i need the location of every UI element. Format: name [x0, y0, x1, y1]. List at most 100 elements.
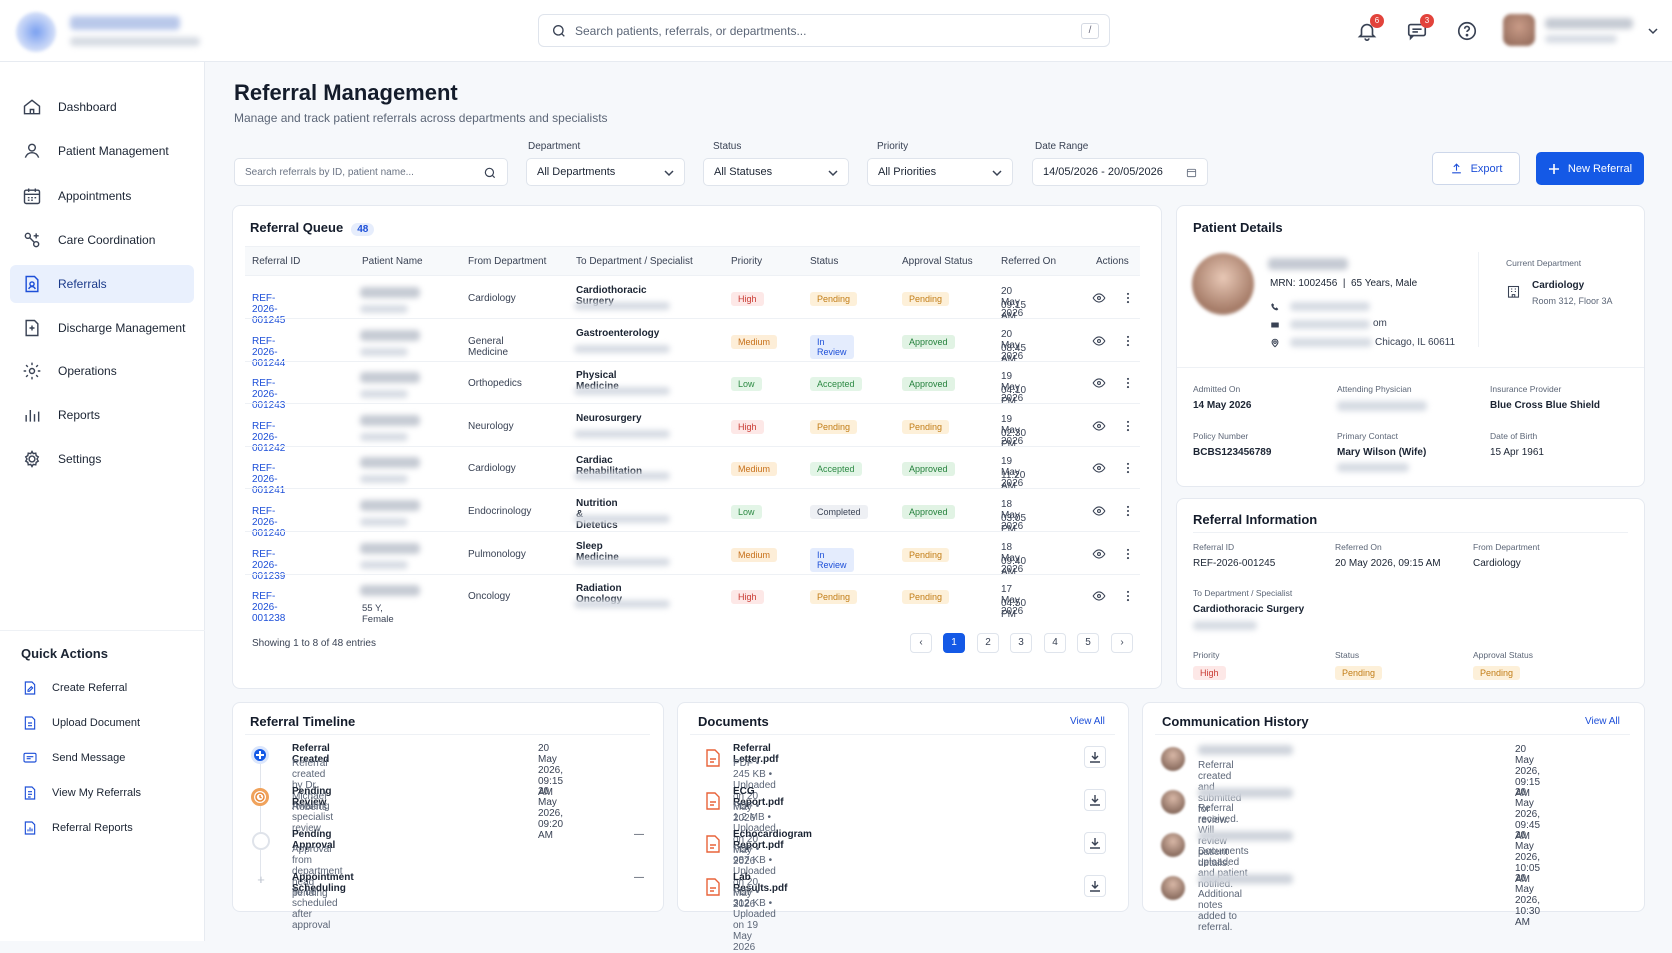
specialist-cell: [574, 344, 670, 353]
from-department-cell: Endocrinology: [468, 506, 532, 517]
sidebar-item-settings[interactable]: Settings: [10, 440, 194, 478]
col-priority: Priority: [731, 256, 763, 267]
row-menu-button[interactable]: [1121, 334, 1135, 348]
quick-action-create-referral[interactable]: Create Referral: [22, 680, 127, 696]
download-button[interactable]: [1084, 832, 1106, 854]
row-menu-button[interactable]: [1121, 589, 1135, 603]
referral-info-divider: [1193, 532, 1628, 533]
pagination-page-4[interactable]: 4: [1044, 633, 1066, 653]
referral-id-link[interactable]: REF-2026-001245: [252, 293, 285, 326]
sidebar-item-appointments[interactable]: Appointments: [10, 177, 194, 215]
referral-search-box[interactable]: Search referrals by ID, patient name...: [234, 158, 508, 186]
user-avatar[interactable]: [1503, 14, 1535, 46]
row-divider: [245, 360, 1140, 362]
referral-id-link[interactable]: REF-2026-001241: [252, 463, 285, 496]
global-search-input[interactable]: [575, 21, 1055, 41]
download-icon: [1090, 838, 1100, 849]
row-menu-button[interactable]: [1121, 376, 1135, 390]
row-menu-button[interactable]: [1121, 419, 1135, 433]
download-button[interactable]: [1084, 746, 1106, 768]
sender-avatar: [1161, 747, 1185, 771]
view-referral-button[interactable]: [1092, 291, 1106, 305]
patient-meta-cell: [360, 347, 408, 356]
attending-physician: [1337, 401, 1427, 411]
view-referral-button[interactable]: [1092, 547, 1106, 561]
priority-badge: High: [731, 419, 764, 434]
search-shortcut: /: [1081, 23, 1099, 39]
col-to-department: To Department / Specialist: [576, 256, 693, 267]
notifications-button[interactable]: 6: [1356, 14, 1384, 42]
col-status: Status: [810, 256, 839, 267]
admitted-on-label: Admitted On: [1193, 384, 1241, 394]
view-referral-button[interactable]: [1092, 334, 1106, 348]
patient-name-cell: [360, 414, 420, 426]
download-button[interactable]: [1084, 875, 1106, 897]
view-referral-button[interactable]: [1092, 419, 1106, 433]
app-logo[interactable]: [16, 12, 56, 52]
patient-photo: [1192, 253, 1254, 315]
documents-title: Documents: [698, 714, 769, 729]
communication-view-all[interactable]: View All: [1585, 716, 1620, 727]
timeline-divider: [245, 734, 650, 735]
quick-action-referral-reports[interactable]: Referral Reports: [22, 820, 133, 836]
row-menu-button[interactable]: [1121, 291, 1135, 305]
quick-action-send-message[interactable]: Send Message: [22, 750, 125, 766]
sidebar-item-discharge-management[interactable]: Discharge Management: [10, 309, 194, 347]
status-filter[interactable]: All Statuses: [703, 158, 849, 186]
department-filter[interactable]: All Departments: [526, 158, 685, 186]
insurance-provider-label: Insurance Provider: [1490, 384, 1562, 394]
chevron-down-icon[interactable]: [1648, 26, 1658, 36]
row-menu-button[interactable]: [1121, 504, 1135, 518]
referral-search-input[interactable]: Search referrals by ID, patient name...: [245, 167, 414, 178]
export-button[interactable]: Export: [1432, 152, 1520, 185]
priority-filter[interactable]: All Priorities: [867, 158, 1013, 186]
referral-id-link[interactable]: REF-2026-001238: [252, 591, 285, 624]
pagination-page-1[interactable]: 1: [943, 633, 965, 653]
status-badge: Pending: [810, 419, 858, 434]
referral-id-link[interactable]: REF-2026-001243: [252, 378, 285, 411]
view-referral-button[interactable]: [1092, 504, 1106, 518]
list-document-icon: [24, 786, 36, 800]
sidebar-item-dashboard[interactable]: Dashboard: [10, 88, 194, 126]
view-referral-button[interactable]: [1092, 376, 1106, 390]
view-referral-button[interactable]: [1092, 589, 1106, 603]
sidebar-item-referrals[interactable]: Referrals: [10, 265, 194, 303]
download-icon: [1090, 752, 1100, 763]
sidebar-item-care-coordination[interactable]: Care Coordination: [10, 221, 194, 259]
new-referral-button[interactable]: New Referral: [1536, 152, 1644, 185]
referral-id-link[interactable]: REF-2026-001239: [252, 549, 285, 582]
referral-timeline-title: Referral Timeline: [250, 714, 356, 729]
sidebar-item-reports[interactable]: Reports: [10, 396, 194, 434]
date-range-picker[interactable]: 14/05/2026 - 20/05/2026: [1032, 158, 1208, 186]
referral-id-link[interactable]: REF-2026-001240: [252, 506, 285, 539]
pagination-next[interactable]: ›: [1111, 633, 1133, 653]
col-patient-name: Patient Name: [362, 256, 423, 267]
user-name[interactable]: [1545, 18, 1633, 46]
documents-view-all[interactable]: View All: [1070, 716, 1105, 727]
quick-action-view-my-referrals[interactable]: View My Referrals: [22, 785, 141, 801]
download-button[interactable]: [1084, 789, 1106, 811]
referral-id-link[interactable]: REF-2026-001242: [252, 421, 285, 454]
global-search[interactable]: /: [538, 14, 1110, 47]
sidebar-item-patient-management[interactable]: Patient Management: [10, 132, 194, 170]
location-icon: [1271, 338, 1279, 348]
quick-action-upload-document[interactable]: Upload Document: [22, 715, 140, 731]
messages-button[interactable]: 3: [1406, 14, 1434, 42]
view-referral-button[interactable]: [1092, 461, 1106, 475]
department-filter-label: Department: [528, 141, 581, 152]
referral-id-link[interactable]: REF-2026-001244: [252, 336, 285, 369]
col-actions: Actions: [1096, 256, 1129, 267]
help-button[interactable]: [1456, 20, 1478, 42]
pagination-prev[interactable]: ‹: [910, 633, 932, 653]
row-divider: [245, 403, 1140, 405]
calendar-icon: [1186, 168, 1197, 178]
sidebar-item-operations[interactable]: Operations: [10, 352, 194, 390]
pagination-page-3[interactable]: 3: [1010, 633, 1032, 653]
pagination-page-2[interactable]: 2: [977, 633, 999, 653]
patient-name-cell: [360, 329, 420, 341]
row-menu-button[interactable]: [1121, 461, 1135, 475]
to-department-cell: Gastroenterology: [576, 327, 660, 339]
search-icon: [553, 25, 565, 37]
pagination-page-5[interactable]: 5: [1077, 633, 1099, 653]
row-menu-button[interactable]: [1121, 547, 1135, 561]
